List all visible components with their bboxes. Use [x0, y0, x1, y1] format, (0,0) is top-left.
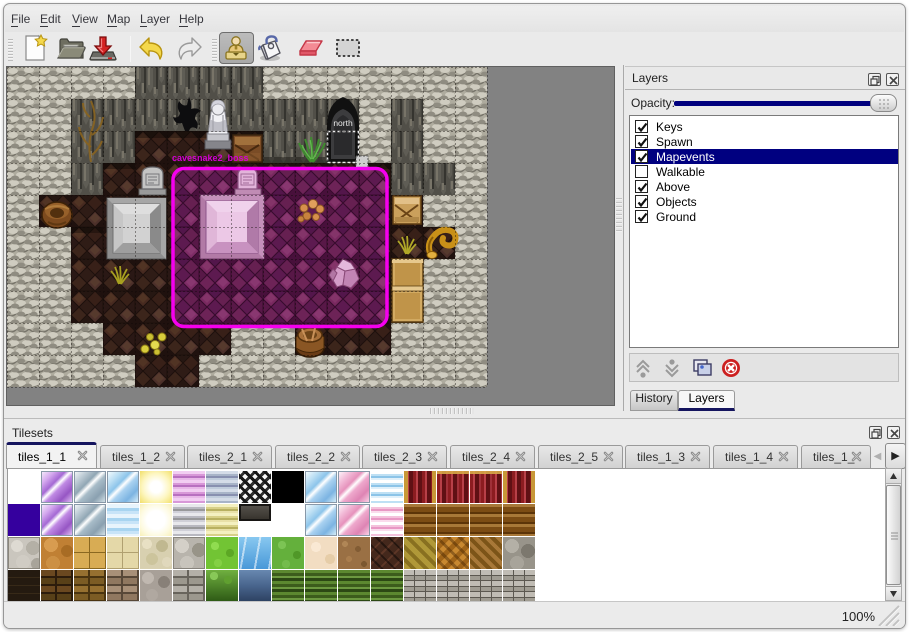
svg-text:cavesnake2_boss: cavesnake2_boss [172, 153, 249, 163]
svg-text:north: north [333, 118, 353, 128]
